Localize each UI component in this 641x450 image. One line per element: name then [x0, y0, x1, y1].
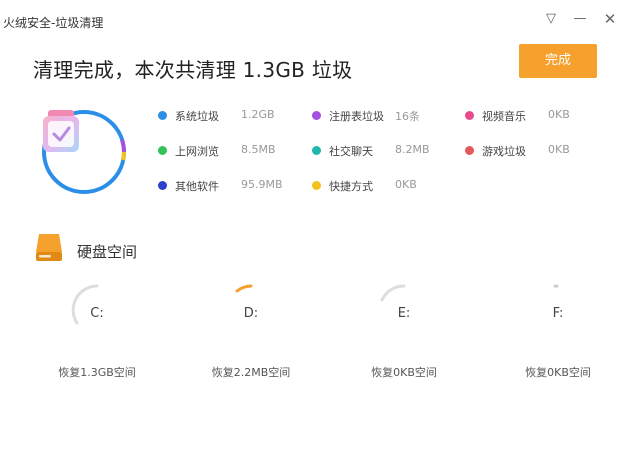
drive-letter: D: [243, 306, 259, 321]
legend-dot [312, 146, 321, 155]
legend-value: 1.2GB [241, 108, 275, 121]
drive-recovered-space: 恢复2.2MB空间 [211, 366, 291, 379]
legend-label: 其他软件 [175, 180, 219, 193]
legend-label: 快捷方式 [329, 180, 373, 193]
drive-e: E: 恢复0KB空间 [359, 282, 449, 382]
ring-registry-segment [120, 139, 126, 153]
cleanup-ring [40, 108, 128, 196]
legend-dot [312, 181, 321, 190]
drive-f: F: 恢复0KB空间 [513, 282, 603, 382]
drive-recovered-space: 恢复1.3GB空间 [58, 366, 136, 379]
title-bar: 火绒安全-垃圾清理 ▽ — ✕ [0, 0, 641, 36]
done-button[interactable]: 完成 [519, 44, 597, 78]
close-icon[interactable]: ✕ [600, 10, 620, 28]
drive-letter: C: [90, 306, 104, 321]
legend-value: 8.2MB [395, 143, 430, 156]
legend-value: 8.5MB [241, 143, 276, 156]
legend-value: 0KB [395, 178, 417, 191]
legend-dot [312, 111, 321, 120]
menu-icon[interactable]: ▽ [541, 10, 561, 28]
legend-value: 0KB [548, 108, 570, 121]
legend-label: 视频音乐 [482, 110, 526, 123]
legend-value: 95.9MB [241, 178, 283, 191]
legend-label: 游戏垃圾 [482, 145, 526, 158]
drive-letter: F: [552, 306, 564, 321]
legend-label: 社交聊天 [329, 145, 373, 158]
legend-dot [158, 146, 167, 155]
legend-value: 0KB [548, 143, 570, 156]
drive-recovered-space: 恢复0KB空间 [525, 366, 591, 379]
window-title: 火绒安全-垃圾清理 [3, 16, 104, 30]
hard-disk-icon [36, 234, 62, 261]
drive-recovered-space: 恢复0KB空间 [371, 366, 437, 379]
legend-value: 16条 [395, 110, 420, 123]
trash-bin-icon [43, 110, 79, 152]
cleanup-summary-headline: 清理完成，本次共清理 1.3GB 垃圾 [33, 58, 353, 82]
legend-dot [465, 111, 474, 120]
legend-label: 注册表垃圾 [329, 110, 384, 123]
drive-letter: E: [397, 306, 411, 321]
legend-dot [465, 146, 474, 155]
drive-c: C: 恢复1.3GB空间 [52, 282, 142, 382]
ring-shortcut-segment [121, 151, 126, 161]
legend-dot [158, 181, 167, 190]
minimize-icon[interactable]: — [570, 10, 590, 28]
disk-space-header: 硬盘空间 [35, 232, 235, 266]
drive-d: D: 恢复2.2MB空间 [206, 282, 296, 382]
legend-dot [158, 111, 167, 120]
legend-label: 上网浏览 [175, 145, 219, 158]
legend-label: 系统垃圾 [175, 110, 219, 123]
disk-space-title: 硬盘空间 [77, 243, 138, 261]
